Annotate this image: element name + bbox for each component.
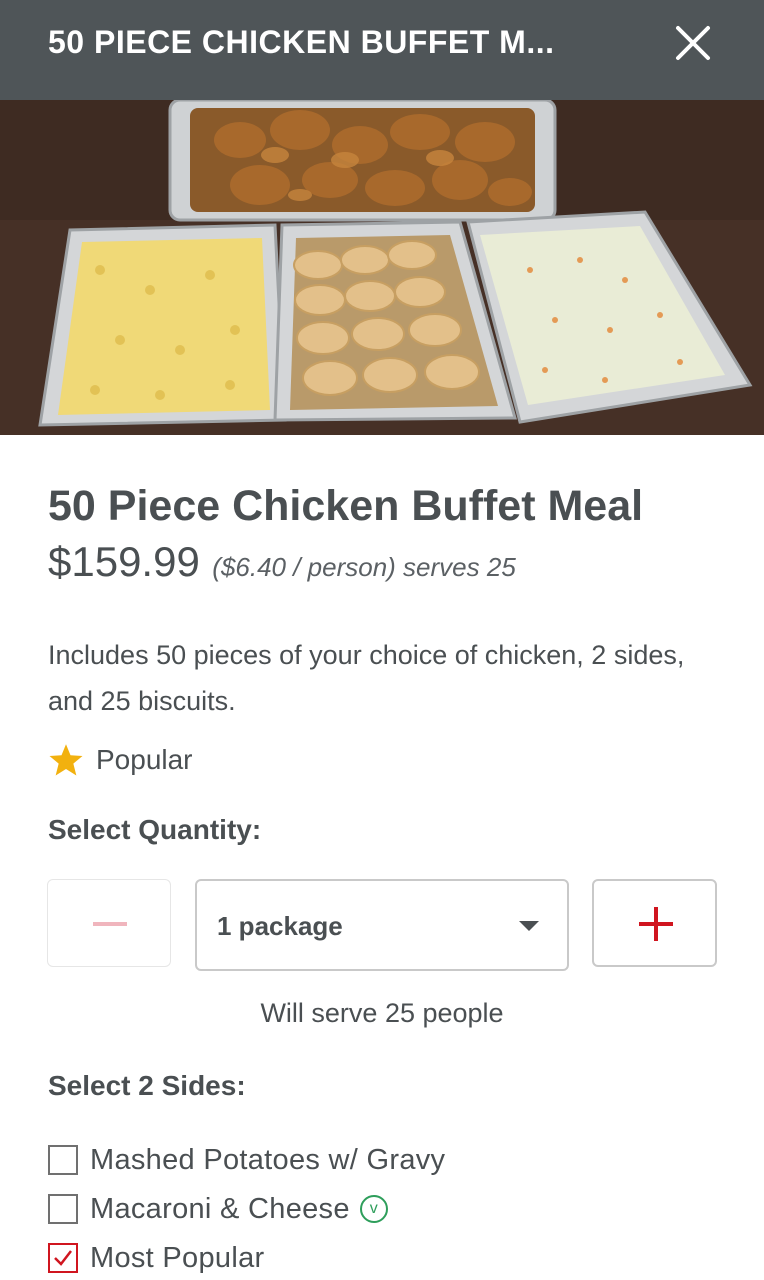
item-price: $159.99	[48, 538, 200, 585]
side-option[interactable]: Macaroni & Cheese v	[48, 1189, 388, 1229]
modal-header: 50 PIECE CHICKEN BUFFET M...	[0, 0, 764, 100]
decrease-quantity-button[interactable]	[47, 879, 171, 967]
sides-label: Select 2 Sides:	[48, 1070, 246, 1101]
quantity-label: Select Quantity:	[48, 814, 262, 845]
side-option-label: Macaroni & Cheese	[90, 1192, 350, 1225]
item-photo	[0, 100, 764, 435]
increase-quantity-button[interactable]	[592, 879, 717, 967]
side-checkbox[interactable]	[48, 1194, 78, 1224]
side-option[interactable]: Mashed Potatoes w/ Gravy	[48, 1140, 445, 1180]
side-option-label: Mashed Potatoes w/ Gravy	[90, 1143, 446, 1176]
side-option[interactable]: Most Popular	[48, 1238, 264, 1278]
side-option-label: Most Popular	[90, 1241, 265, 1274]
popular-badge: Popular	[48, 740, 193, 780]
price-row: $159.99 ($6.40 / person) serves 25	[48, 538, 516, 586]
caret-down-icon	[519, 921, 539, 931]
close-button[interactable]	[672, 22, 714, 64]
quantity-select[interactable]: 1 package	[195, 879, 569, 971]
modal-title: 50 PIECE CHICKEN BUFFET M...	[48, 24, 555, 60]
checkmark-icon	[54, 1250, 72, 1266]
star-icon	[49, 744, 83, 776]
side-checkbox[interactable]	[48, 1145, 78, 1175]
serve-note: Will serve 25 people	[260, 998, 504, 1028]
item-title: 50 Piece Chicken Buffet Meal	[48, 482, 644, 530]
price-per-person: ($6.40 / person) serves 25	[212, 552, 516, 582]
minus-icon	[93, 922, 127, 926]
item-description: Includes 50 pieces of your choice of chi…	[48, 640, 685, 716]
quantity-selected-value: 1 package	[217, 911, 343, 941]
popular-label: Popular	[96, 744, 193, 775]
close-icon	[676, 26, 710, 60]
side-checkbox-checked[interactable]	[48, 1243, 78, 1273]
vegetarian-icon: v	[359, 1195, 388, 1223]
